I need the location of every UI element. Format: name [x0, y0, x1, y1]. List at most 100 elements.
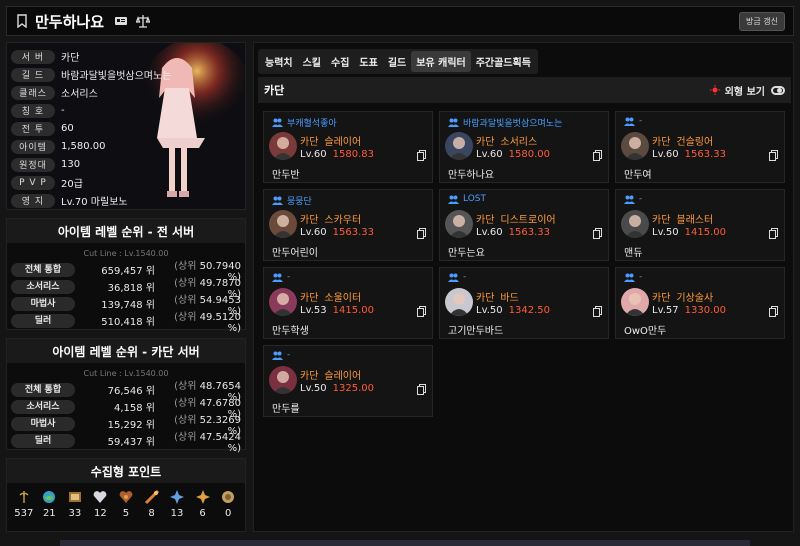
- id-card-icon[interactable]: [114, 14, 128, 28]
- rank-percent: (상위 49.5120 %): [174, 311, 241, 334]
- character-card[interactable]: 부캐혈석좋아 카단 슬레이어 Lv.60 1580.83 만두반: [263, 111, 433, 183]
- card-guild: -: [624, 116, 642, 126]
- copy-icon[interactable]: [417, 384, 426, 395]
- tab-bar: 능력치 스킬 수집 도표 길드 보유 캐릭터 주간골드획득: [258, 49, 538, 74]
- rank-all-title: 아이템 레벨 순위 - 전 서버: [7, 219, 245, 243]
- card-class: 카단 디스트로이어: [476, 215, 556, 226]
- copy-icon[interactable]: [769, 306, 778, 317]
- character-card[interactable]: - 카단 기상술사 Lv.57 1330.00 OwO만두: [615, 267, 785, 339]
- tab-3[interactable]: 도표: [354, 51, 382, 72]
- info-combat: 전 투 60: [11, 121, 74, 136]
- rank-label: 딜러: [11, 313, 75, 328]
- collect-count: 33: [68, 508, 82, 519]
- appearance-toggle[interactable]: 외형 보기: [709, 83, 785, 98]
- card-level: Lv.60 1580.83: [300, 149, 374, 160]
- collect-item[interactable]: 33: [63, 489, 87, 519]
- card-class: 카단 건슬링어: [652, 137, 714, 148]
- rank-position: 76,546 위: [107, 386, 155, 397]
- rank-server-title: 아이템 레벨 순위 - 카단 서버: [7, 339, 245, 363]
- refresh-button[interactable]: 방금 갱신: [739, 11, 785, 31]
- tab-5[interactable]: 보유 캐릭터: [411, 51, 471, 72]
- avatar: [445, 132, 473, 160]
- copy-icon[interactable]: [417, 306, 426, 317]
- copy-icon[interactable]: [769, 228, 778, 239]
- header-bar: 만두하나요 방금 갱신: [6, 6, 794, 36]
- copy-icon[interactable]: [593, 228, 602, 239]
- card-name: OwO만두: [624, 326, 667, 337]
- collect-item[interactable]: 8: [140, 489, 164, 519]
- tab-6[interactable]: 주간골드획득: [471, 51, 536, 72]
- collect-item[interactable]: 0: [216, 489, 240, 519]
- users-icon: [624, 117, 635, 126]
- scale-icon[interactable]: [136, 14, 151, 28]
- character-card[interactable]: - 카단 건슬링어 Lv.60 1563.33 만두여: [615, 111, 785, 183]
- card-guild: -: [272, 272, 290, 282]
- rank-row: 딜러 510,418 위 (상위 49.5120 %): [7, 312, 245, 334]
- card-name: 만두하나요: [448, 170, 494, 181]
- profile-panel: 서 버 카단 길 드 바람과달빛을벗삼으며노는 클래스 소서리스 칭 호- 전 투 60…: [6, 42, 246, 210]
- card-guild: -: [624, 272, 642, 282]
- avatar: [621, 132, 649, 160]
- collect-item[interactable]: 13: [165, 489, 189, 519]
- sun-icon: [709, 85, 720, 95]
- rank-position: 36,818 위: [107, 283, 155, 294]
- character-card[interactable]: 뭉뭉단 카단 스카우터 Lv.60 1563.33 만두어린이: [263, 189, 433, 261]
- bottom-strip: [60, 540, 750, 546]
- info-class: 클래스 소서리스: [11, 85, 98, 100]
- copy-icon[interactable]: [769, 150, 778, 161]
- toggle-switch[interactable]: [771, 85, 785, 95]
- tab-2[interactable]: 수집: [326, 51, 354, 72]
- card-class: 카단 블래스터: [652, 215, 714, 226]
- rank-percent: (상위 47.5424 %): [174, 431, 241, 454]
- avatar: [269, 132, 297, 160]
- character-card[interactable]: 바람과달빛을벗삼으며노는 카단 소서리스 Lv.60 1580.00 만두하나요: [439, 111, 609, 183]
- card-name: 만두여: [624, 170, 652, 181]
- collect-item[interactable]: 6: [191, 489, 215, 519]
- island-icon: [43, 491, 56, 503]
- copy-icon[interactable]: [417, 150, 426, 161]
- card-level: Lv.60 1563.33: [300, 227, 374, 238]
- info-expedition: 원정대 130: [11, 157, 80, 172]
- character-name: 만두하나요: [35, 12, 105, 31]
- left-column: 서 버 카단 길 드 바람과달빛을벗삼으며노는 클래스 소서리스 칭 호- 전 투 60…: [6, 42, 246, 532]
- card-class: 카단 슬레이어: [300, 137, 362, 148]
- collect-count: 6: [199, 508, 206, 519]
- avatar: [445, 288, 473, 316]
- tab-4[interactable]: 길드: [383, 51, 411, 72]
- card-class: 카단 소서리스: [476, 137, 538, 148]
- card-name: 만두는요: [448, 248, 485, 259]
- card-class: 카단 슬레이어: [300, 371, 362, 382]
- tab-0[interactable]: 능력치: [260, 51, 298, 72]
- copy-icon[interactable]: [593, 306, 602, 317]
- rank-position: 659,457 위: [101, 266, 155, 277]
- collect-count: 537: [14, 508, 34, 519]
- card-guild: 바람과달빛을벗삼으며노는: [448, 116, 562, 129]
- card-guild: -: [624, 194, 642, 204]
- character-card[interactable]: - 카단 블래스터 Lv.50 1415.00 맨듀: [615, 189, 785, 261]
- card-guild: -: [448, 272, 466, 282]
- bookmark-icon[interactable]: [15, 14, 29, 28]
- rank-label: 소서리스: [11, 399, 75, 414]
- character-card[interactable]: LOST 카단 디스트로이어 Lv.60 1563.33 만두는요: [439, 189, 609, 261]
- card-class: 카단 스카우터: [300, 215, 362, 226]
- character-card[interactable]: - 카단 슬레이어 Lv.50 1325.00 만두를: [263, 345, 433, 417]
- rank-label: 딜러: [11, 433, 75, 448]
- collect-count: 5: [122, 508, 130, 519]
- collect-count: 21: [42, 508, 56, 519]
- users-icon: [272, 196, 283, 205]
- users-icon: [448, 118, 459, 127]
- rank-label: 마법사: [11, 296, 75, 311]
- collect-item[interactable]: 21: [37, 489, 61, 519]
- tab-1[interactable]: 스킬: [298, 51, 326, 72]
- giant-heart-icon: [119, 491, 133, 503]
- avatar: [621, 288, 649, 316]
- rank-label: 마법사: [11, 416, 75, 431]
- collect-item[interactable]: 537: [12, 489, 36, 519]
- collect-item[interactable]: 12: [88, 489, 112, 519]
- character-card[interactable]: - 카단 바드 Lv.50 1342.50 고기만두바드: [439, 267, 609, 339]
- collect-count: 13: [170, 508, 184, 519]
- collect-item[interactable]: 5: [114, 489, 138, 519]
- copy-icon[interactable]: [417, 228, 426, 239]
- character-card[interactable]: - 카단 소울이터 Lv.53 1415.00 만두학생: [263, 267, 433, 339]
- copy-icon[interactable]: [593, 150, 602, 161]
